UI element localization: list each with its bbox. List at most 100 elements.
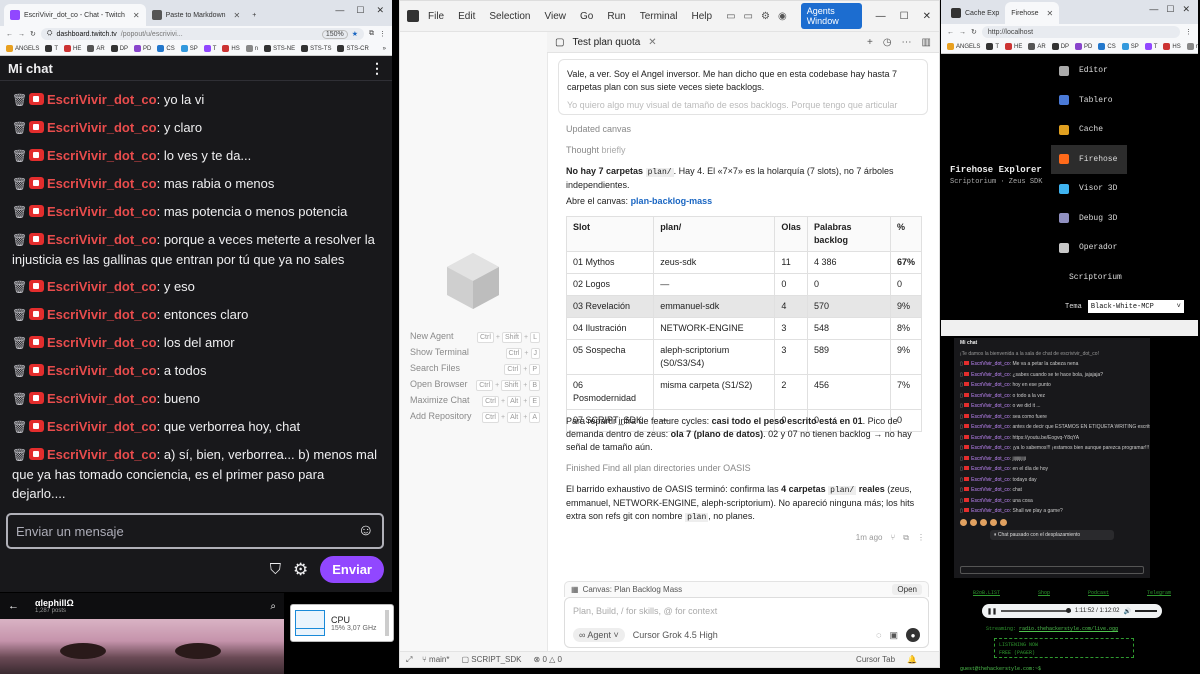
mic-icon[interactable]: ● [906, 628, 920, 642]
send-button[interactable]: Enviar [320, 556, 384, 583]
broadcaster-badge-icon[interactable] [964, 487, 970, 491]
problems-status[interactable]: ⊗ 0 △ 0 [534, 655, 562, 664]
delete-message-icon[interactable]: 🗑 [12, 334, 27, 353]
chat-username[interactable]: EscriVivir_dot_co [47, 447, 157, 462]
bookmark-item[interactable]: AR [1028, 43, 1046, 50]
chat-username[interactable]: EscriVivir_dot_co [47, 148, 157, 163]
gear-icon[interactable]: ⚙ [761, 11, 770, 22]
bookmark-item[interactable]: T [1144, 43, 1157, 50]
shortcut-maximize-chat[interactable]: Maximize Chat Ctrl + Alt + E [410, 395, 540, 407]
panel-left-icon[interactable]: ▭ [726, 11, 735, 22]
bookmark-item[interactable]: CS [1098, 43, 1116, 50]
chat-username[interactable]: EscriVivir_dot_co [47, 204, 157, 219]
broadcaster-badge-icon[interactable] [29, 205, 44, 217]
minimize-icon[interactable]: — [876, 11, 886, 22]
theme-select[interactable]: Black-White-MCP ˅ [1087, 300, 1184, 313]
broadcaster-badge-icon[interactable] [29, 448, 44, 460]
stream-url[interactable]: radio.thehackerstyle.com/live.ogg [1019, 626, 1118, 632]
emoji-icon[interactable]: ☺ [358, 522, 374, 540]
minimize-icon[interactable]: — [1149, 4, 1158, 15]
cursor-tab-status[interactable]: Cursor Tab [856, 655, 895, 664]
menu-edit[interactable]: Edit [458, 11, 475, 22]
bookmark-item[interactable]: STS-TS [301, 45, 331, 52]
search-icon[interactable]: ⌕ [270, 601, 276, 612]
volume-icon[interactable]: 🔊 [1124, 608, 1131, 615]
broadcaster-badge-icon[interactable] [29, 93, 44, 105]
nav-item-firehose[interactable]: Firehose [1051, 144, 1127, 174]
shortcut-search-files[interactable]: Search Files Ctrl + P [410, 363, 540, 375]
open-canvas-button[interactable]: Open [892, 584, 922, 595]
chat-input[interactable]: Enviar un mensaje ☺ [6, 513, 384, 549]
menu-dots-icon[interactable]: ⋮ [379, 30, 386, 38]
model-select[interactable]: Cursor Grok 4.5 High [633, 630, 718, 640]
tab-cache-explorer[interactable]: Cache Exp [945, 2, 1005, 24]
chat-username[interactable]: EscriVivir_dot_co [971, 435, 1010, 441]
delete-message-icon[interactable]: 🗑 [12, 231, 27, 250]
back-arrow-icon[interactable]: ← [8, 600, 19, 612]
broadcaster-badge-icon[interactable] [29, 364, 44, 376]
menu-file[interactable]: File [428, 11, 444, 22]
menu-terminal[interactable]: Terminal [640, 11, 678, 22]
close-window-icon[interactable]: ✕ [376, 5, 384, 16]
thought-line[interactable]: Thought briefly [566, 144, 922, 157]
player-link-b2ob-list[interactable]: B2oB.LIST [973, 590, 1000, 596]
close-tab-icon[interactable]: ✕ [648, 37, 656, 48]
broadcaster-badge-icon[interactable] [29, 392, 44, 404]
updated-canvas-line[interactable]: Updated canvas [566, 123, 922, 136]
broadcaster-badge-icon[interactable] [29, 121, 44, 133]
broadcaster-badge-icon[interactable] [29, 233, 44, 245]
progress-track[interactable] [1001, 608, 1071, 613]
progress-thumb[interactable] [1065, 608, 1071, 613]
bookmark-star-icon[interactable]: ★ [352, 30, 358, 38]
browser-tab-twitch[interactable]: EscriVivir_dot_co - Chat - Twitch ✕ [4, 4, 146, 26]
bookmark-item[interactable]: CS [157, 45, 175, 52]
chat-username[interactable]: EscriVivir_dot_co [47, 120, 157, 135]
broadcaster-badge-icon[interactable] [964, 445, 970, 449]
broadcaster-badge-icon[interactable] [964, 392, 970, 397]
chat-username[interactable]: EscriVivir_dot_co [47, 391, 157, 406]
bookmark-item[interactable]: STS-NE [264, 45, 295, 52]
player-link-shop[interactable]: Shop [1038, 590, 1050, 596]
account-icon[interactable]: ◉ [778, 11, 787, 22]
back-icon[interactable]: ← [947, 29, 954, 36]
bookmark-item[interactable]: DP [1051, 43, 1069, 50]
delete-message-icon[interactable]: 🗑 [12, 390, 27, 409]
mod-shield-icon[interactable]: ⛉ [270, 561, 281, 578]
notifications-icon[interactable]: 🔔 [907, 655, 917, 664]
user-message-card[interactable]: Vale, a ver. Soy el Angel inversor. Me h… [558, 59, 928, 115]
bookmark-item[interactable]: SP [1121, 43, 1139, 50]
mini-chat-paused-bar[interactable]: ⏸ Chat pausado con el desplazamiento [990, 529, 1114, 540]
chat-username[interactable]: EscriVivir_dot_co [971, 403, 1010, 409]
back-icon[interactable]: ← [6, 31, 13, 38]
sidebar-toggle-icon[interactable]: ▥ [922, 37, 931, 48]
shortcut-open-browser[interactable]: Open Browser Ctrl + Shift + B [410, 379, 540, 391]
broadcaster-badge-icon[interactable] [29, 308, 44, 320]
chat-username[interactable]: EscriVivir_dot_co [971, 424, 1010, 430]
broadcaster-badge-icon[interactable] [29, 177, 44, 189]
broadcaster-badge-icon[interactable] [29, 149, 44, 161]
bookmark-item[interactable]: STS-CR [337, 45, 369, 52]
broadcaster-badge-icon[interactable] [964, 424, 970, 428]
reload-icon[interactable]: ↻ [30, 30, 36, 38]
branch-status[interactable]: ⑂ main* [422, 655, 449, 664]
new-chat-icon[interactable]: + [867, 37, 873, 48]
chat-username[interactable]: EscriVivir_dot_co [971, 361, 1010, 367]
forward-icon[interactable]: → [18, 31, 25, 38]
chat-username[interactable]: EscriVivir_dot_co [971, 393, 1010, 399]
agent-mode-select[interactable]: ∞ Agent ˅ [573, 628, 625, 642]
chat-username[interactable]: EscriVivir_dot_co [971, 487, 1010, 493]
history-icon[interactable]: ◷ [883, 37, 892, 48]
maximize-icon[interactable]: ☐ [356, 5, 364, 16]
copy-icon[interactable]: ⧉ [903, 533, 909, 543]
bookmark-item[interactable]: HS [1163, 43, 1181, 50]
chat-username[interactable]: EscriVivir_dot_co [971, 477, 1010, 483]
delete-message-icon[interactable]: 🗑 [12, 175, 27, 194]
broadcaster-badge-icon[interactable] [964, 361, 970, 365]
chat-username[interactable]: EscriVivir_dot_co [47, 419, 157, 434]
broadcaster-badge-icon[interactable] [29, 420, 44, 432]
fork-icon[interactable]: ⑂ [890, 533, 895, 543]
tab-firehose[interactable]: Firehose ✕ [1005, 2, 1060, 24]
bookmark-item[interactable]: HS [222, 45, 240, 52]
close-tab-icon[interactable]: ✕ [133, 11, 140, 20]
delete-message-icon[interactable]: 🗑 [12, 278, 27, 297]
